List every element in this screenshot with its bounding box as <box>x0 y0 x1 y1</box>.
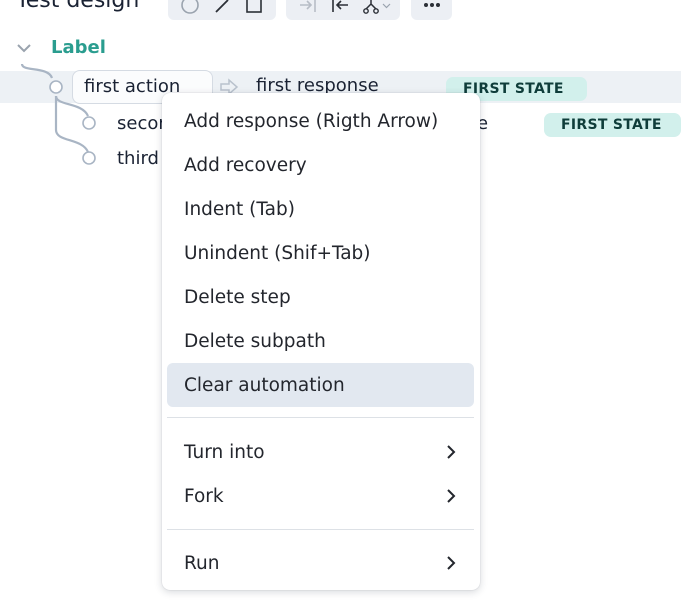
menu-item-label: Indent (Tab) <box>184 198 295 220</box>
menu-item-clear-automation[interactable]: Clear automation <box>167 363 474 407</box>
chevron-down-icon[interactable] <box>16 42 32 54</box>
menu-item-label: Run <box>184 552 220 574</box>
menu-item-add-response[interactable]: Add response (Rigth Arrow) <box>167 99 474 143</box>
menu-item-run[interactable]: Run <box>167 541 474 585</box>
menu-item-indent[interactable]: Indent (Tab) <box>167 187 474 231</box>
menu-item-unindent[interactable]: Unindent (Shif+Tab) <box>167 231 474 275</box>
menu-item-label: Turn into <box>184 441 265 463</box>
menu-item-label: Fork <box>184 485 224 507</box>
menu-divider <box>167 529 474 530</box>
step-node-icon <box>49 80 63 94</box>
menu-item-label: Unindent (Shif+Tab) <box>184 242 371 264</box>
menu-item-label: Add recovery <box>184 154 307 176</box>
tree-label[interactable]: Label <box>51 37 106 58</box>
collapse-toggle[interactable] <box>16 36 32 60</box>
connector-label-to-first <box>20 63 54 79</box>
context-menu: Add response (Rigth Arrow) Add recovery … <box>162 93 480 590</box>
menu-item-delete-subpath[interactable]: Delete subpath <box>167 319 474 363</box>
chevron-right-icon <box>447 445 456 459</box>
menu-item-delete-step[interactable]: Delete step <box>167 275 474 319</box>
menu-item-label: Delete subpath <box>184 330 326 352</box>
chevron-right-icon <box>447 489 456 503</box>
menu-item-fork[interactable]: Fork <box>167 474 474 518</box>
step-action[interactable]: third <box>117 148 159 169</box>
state-badge[interactable]: FIRST STATE <box>544 113 681 137</box>
menu-item-turn-into[interactable]: Turn into <box>167 430 474 474</box>
menu-item-label: Clear automation <box>184 374 345 396</box>
menu-divider <box>167 417 474 418</box>
menu-item-label: Add response (Rigth Arrow) <box>184 110 439 132</box>
menu-item-label: Delete step <box>184 286 291 308</box>
menu-item-add-recovery[interactable]: Add recovery <box>167 143 474 187</box>
step-node-icon <box>82 116 96 130</box>
step-node-icon <box>82 151 96 165</box>
chevron-right-icon <box>447 556 456 570</box>
